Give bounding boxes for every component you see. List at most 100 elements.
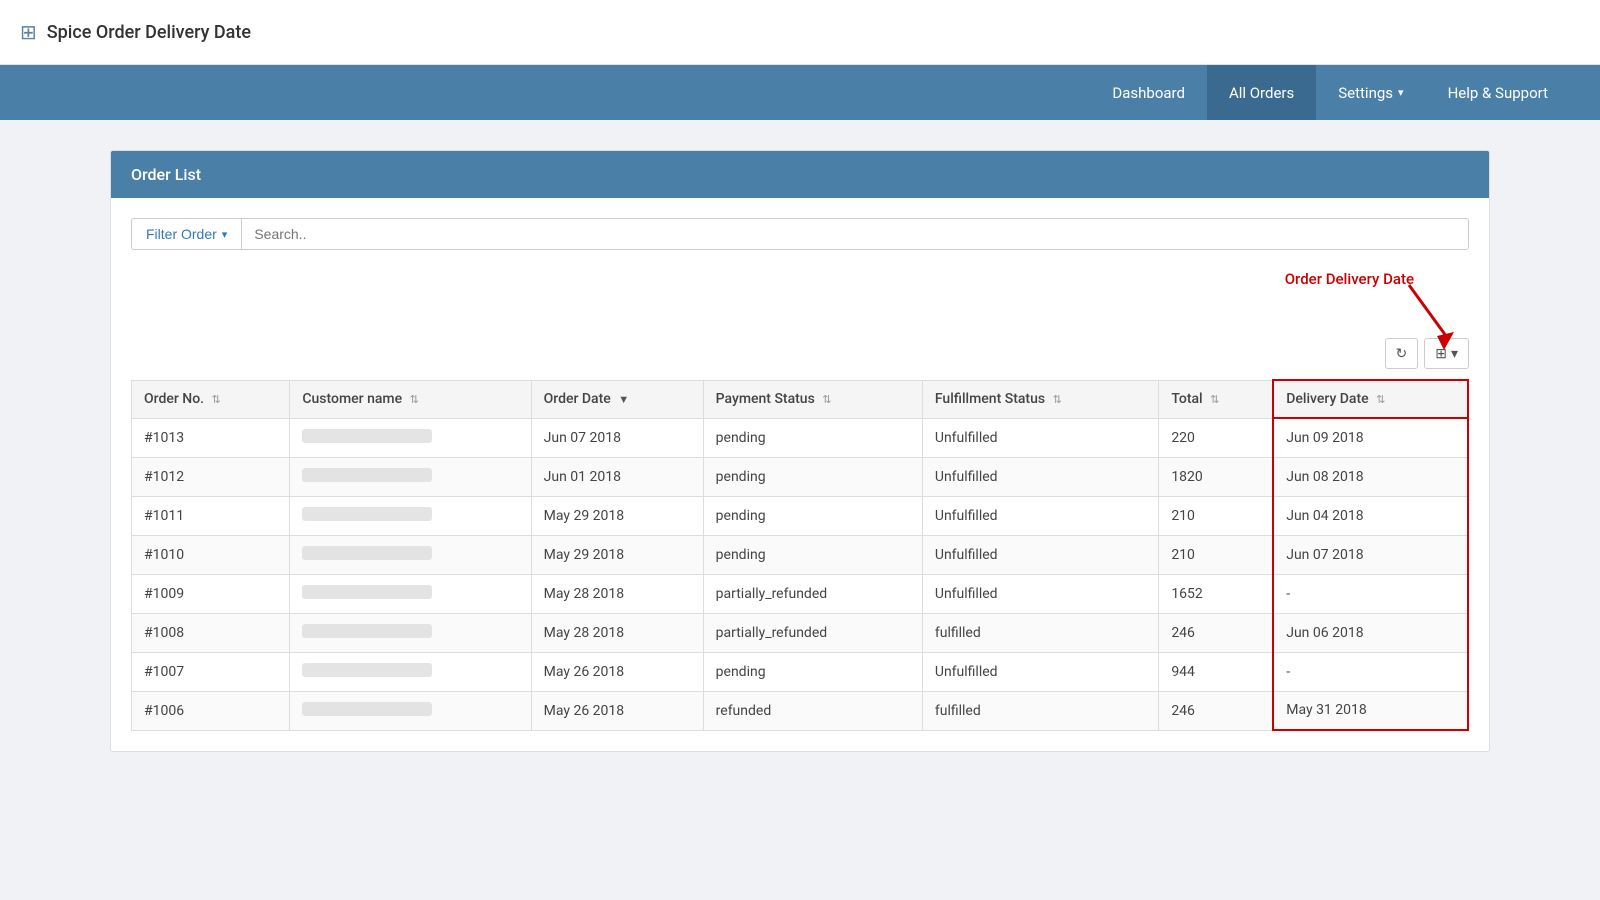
cell-fulfillment-status: Unfulfilled (922, 652, 1158, 691)
cell-fulfillment-status: Unfulfilled (922, 574, 1158, 613)
cell-customer-name (290, 418, 531, 457)
cell-total: 1652 (1159, 574, 1273, 613)
table-row[interactable]: #1013 Jun 07 2018 pending Unfulfilled 22… (132, 418, 1469, 457)
cell-total: 210 (1159, 496, 1273, 535)
cell-order-no: #1012 (132, 457, 290, 496)
filter-chevron-icon: ▾ (222, 228, 228, 241)
settings-chevron-icon: ▾ (1398, 86, 1404, 99)
cell-payment-status: partially_refunded (703, 574, 922, 613)
sort-icon-delivery-date: ⇅ (1376, 393, 1385, 406)
cell-customer-name (290, 652, 531, 691)
cell-delivery-date: May 31 2018 (1273, 691, 1468, 730)
cell-total: 246 (1159, 613, 1273, 652)
filter-order-button[interactable]: Filter Order ▾ (131, 218, 241, 250)
cell-total: 246 (1159, 691, 1273, 730)
cell-customer-name (290, 457, 531, 496)
card-header: Order List (111, 151, 1489, 198)
cell-delivery-date: Jun 07 2018 (1273, 535, 1468, 574)
cell-total: 1820 (1159, 457, 1273, 496)
cell-order-date: May 29 2018 (531, 535, 703, 574)
table-header-row: Order No. ⇅ Customer name ⇅ Order Date ▼ (132, 380, 1469, 418)
cell-customer-name (290, 613, 531, 652)
cell-fulfillment-status: fulfilled (922, 613, 1158, 652)
cell-customer-name (290, 574, 531, 613)
nav-item-all-orders[interactable]: All Orders (1207, 65, 1316, 120)
sort-icon-total: ⇅ (1210, 393, 1219, 406)
cell-delivery-date: - (1273, 652, 1468, 691)
th-fulfillment-status[interactable]: Fulfillment Status ⇅ (922, 380, 1158, 418)
nav-item-dashboard[interactable]: Dashboard (1090, 65, 1207, 120)
sort-icon-order-no: ⇅ (212, 393, 221, 406)
cell-order-no: #1006 (132, 691, 290, 730)
nav-bar: Dashboard All Orders Settings ▾ Help & S… (0, 65, 1600, 120)
th-delivery-date[interactable]: Delivery Date ⇅ (1273, 380, 1468, 418)
cell-fulfillment-status: Unfulfilled (922, 535, 1158, 574)
toolbar-row: ↻ ⊞ ▾ (131, 338, 1469, 369)
cell-order-date: May 28 2018 (531, 613, 703, 652)
cell-total: 944 (1159, 652, 1273, 691)
main-content: Order List Filter Order ▾ Order Delivery… (0, 120, 1600, 782)
cell-payment-status: pending (703, 418, 922, 457)
annotation-label: Order Delivery Date (1285, 270, 1414, 288)
cell-customer-name (290, 535, 531, 574)
cell-customer-name (290, 691, 531, 730)
cell-payment-status: pending (703, 457, 922, 496)
table-row[interactable]: #1006 May 26 2018 refunded fulfilled 246… (132, 691, 1469, 730)
cell-payment-status: pending (703, 496, 922, 535)
table-row[interactable]: #1012 Jun 01 2018 pending Unfulfilled 18… (132, 457, 1469, 496)
cell-order-no: #1009 (132, 574, 290, 613)
cell-fulfillment-status: Unfulfilled (922, 457, 1158, 496)
th-customer-name[interactable]: Customer name ⇅ (290, 380, 531, 418)
sort-icon-fulfillment-status: ⇅ (1053, 393, 1062, 406)
cell-order-no: #1013 (132, 418, 290, 457)
cell-order-no: #1010 (132, 535, 290, 574)
th-order-date[interactable]: Order Date ▼ (531, 380, 703, 418)
cell-fulfillment-status: fulfilled (922, 691, 1158, 730)
cell-customer-name (290, 496, 531, 535)
cell-order-date: Jun 01 2018 (531, 457, 703, 496)
card-body: Filter Order ▾ Order Delivery Date (111, 198, 1489, 751)
table-row[interactable]: #1009 May 28 2018 partially_refunded Unf… (132, 574, 1469, 613)
cell-delivery-date: Jun 06 2018 (1273, 613, 1468, 652)
cell-delivery-date: - (1273, 574, 1468, 613)
nav-item-settings[interactable]: Settings ▾ (1316, 65, 1425, 120)
th-order-no[interactable]: Order No. ⇅ (132, 380, 290, 418)
order-list-card: Order List Filter Order ▾ Order Delivery… (110, 150, 1490, 752)
cell-delivery-date: Jun 04 2018 (1273, 496, 1468, 535)
cell-order-date: May 26 2018 (531, 652, 703, 691)
table-row[interactable]: #1007 May 26 2018 pending Unfulfilled 94… (132, 652, 1469, 691)
table-row[interactable]: #1010 May 29 2018 pending Unfulfilled 21… (132, 535, 1469, 574)
cell-delivery-date: Jun 09 2018 (1273, 418, 1468, 457)
brand-title: Spice Order Delivery Date (47, 22, 251, 43)
annotation-row: Order Delivery Date (131, 270, 1469, 330)
cell-order-no: #1008 (132, 613, 290, 652)
th-total[interactable]: Total ⇅ (1159, 380, 1273, 418)
filter-row: Filter Order ▾ (131, 218, 1469, 250)
cell-order-date: May 28 2018 (531, 574, 703, 613)
table-row[interactable]: #1008 May 28 2018 partially_refunded ful… (132, 613, 1469, 652)
cell-order-date: May 29 2018 (531, 496, 703, 535)
brand-icon: ⊞ (20, 20, 37, 44)
cell-payment-status: pending (703, 652, 922, 691)
cell-payment-status: partially_refunded (703, 613, 922, 652)
cell-payment-status: refunded (703, 691, 922, 730)
cell-order-no: #1007 (132, 652, 290, 691)
cell-fulfillment-status: Unfulfilled (922, 418, 1158, 457)
nav-item-help-support[interactable]: Help & Support (1426, 65, 1570, 120)
cell-payment-status: pending (703, 535, 922, 574)
annotation-arrow-icon (1399, 280, 1459, 364)
sort-icon-customer-name: ⇅ (410, 393, 419, 406)
sort-icon-payment-status: ⇅ (822, 393, 831, 406)
cell-delivery-date: Jun 08 2018 (1273, 457, 1468, 496)
orders-table: Order No. ⇅ Customer name ⇅ Order Date ▼ (131, 379, 1469, 731)
cell-fulfillment-status: Unfulfilled (922, 496, 1158, 535)
cell-order-date: Jun 07 2018 (531, 418, 703, 457)
search-input[interactable] (241, 218, 1469, 250)
cell-order-date: May 26 2018 (531, 691, 703, 730)
cell-order-no: #1011 (132, 496, 290, 535)
sort-icon-order-date: ▼ (618, 393, 629, 406)
th-payment-status[interactable]: Payment Status ⇅ (703, 380, 922, 418)
cell-total: 210 (1159, 535, 1273, 574)
table-row[interactable]: #1011 May 29 2018 pending Unfulfilled 21… (132, 496, 1469, 535)
brand-bar: ⊞ Spice Order Delivery Date (0, 0, 1600, 65)
